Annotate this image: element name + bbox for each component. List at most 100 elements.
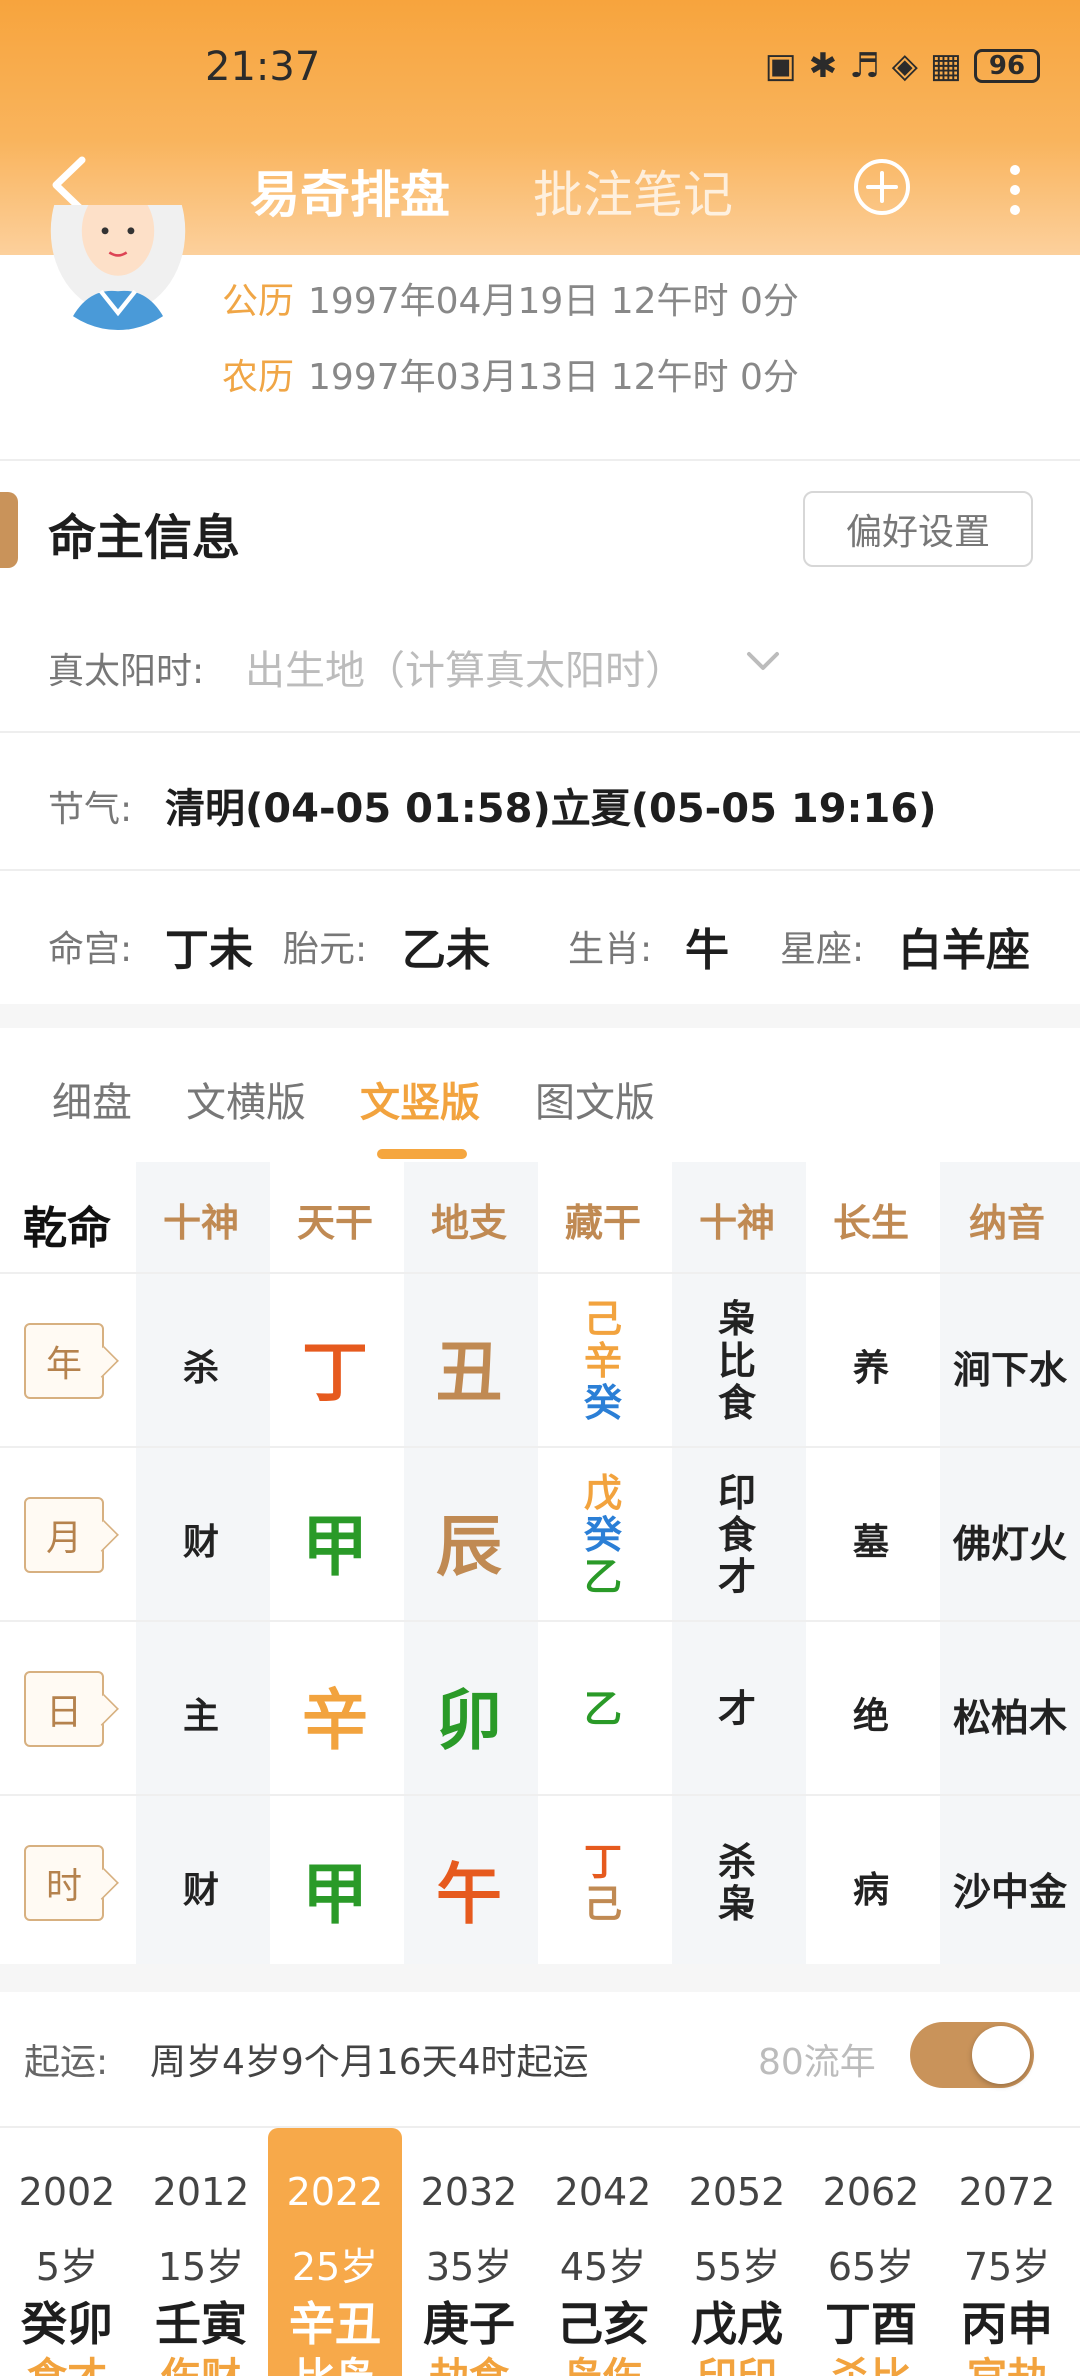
canggan-char: 己 xyxy=(583,1882,622,1926)
qiyun-value: 周岁4岁9个月16天4时起运 xyxy=(150,2042,589,2083)
jieqi-label: 节气: xyxy=(48,789,133,830)
changsheng-cell: 墓 xyxy=(852,1522,889,1563)
pillar-tag[interactable]: 时 xyxy=(24,1845,104,1921)
grid-row-divider xyxy=(0,1620,1080,1622)
dayun-shishen: 杀比 xyxy=(804,2356,938,2376)
add-icon[interactable] xyxy=(853,158,911,216)
pillar-tag[interactable]: 月 xyxy=(24,1497,104,1573)
dayun-shishen: 比枭 xyxy=(268,2356,402,2376)
dizhi-cell: 午 xyxy=(436,1856,502,1933)
grid-header-shishen2: 十神 xyxy=(698,1201,775,1245)
dayun-ganzhi: 己亥 xyxy=(557,2297,649,2351)
tab-notes[interactable]: 批注笔记 xyxy=(533,155,733,227)
more-icon[interactable] xyxy=(1000,160,1030,220)
preference-settings-button[interactable]: 偏好设置 xyxy=(803,491,1033,567)
liunian-toggle[interactable] xyxy=(910,2022,1034,2088)
dayun-year: 2042 xyxy=(554,2170,652,2214)
dayun-item[interactable]: 2052 55岁戊戌印印 xyxy=(670,2128,804,2376)
minggong-label: 命宫: xyxy=(48,929,133,970)
dayun-ganzhi: 辛丑 xyxy=(289,2297,381,2351)
tab-wenheng[interactable]: 文横版 xyxy=(186,1070,306,1128)
shishen2-char: 才 xyxy=(717,1555,756,1599)
tiangan-cell: 丁 xyxy=(302,1334,368,1411)
liunian-label: 80流年 xyxy=(758,2042,876,2083)
section-gap xyxy=(0,1004,1080,1028)
dayun-item[interactable]: 2032 35岁庚子劫食 xyxy=(402,2128,536,2376)
dayun-age: 5岁 xyxy=(35,2245,99,2289)
dayun-age: 45岁 xyxy=(559,2245,647,2289)
tab-tuwen[interactable]: 图文版 xyxy=(535,1070,655,1128)
dayun-ganzhi: 戊戌 xyxy=(691,2297,783,2351)
nayin-cell: 佛灯火 xyxy=(952,1522,1067,1566)
taiyuan-label: 胎元: xyxy=(283,929,368,970)
shishen2-char: 枭 xyxy=(717,1297,756,1341)
mute-icon: ♬ xyxy=(849,46,880,86)
lunar-label: 农历 xyxy=(222,357,295,398)
nayin-cell: 松柏木 xyxy=(952,1696,1067,1740)
dayun-shishen: 印印 xyxy=(670,2356,804,2376)
minggong-value: 丁未 xyxy=(165,925,253,976)
dayun-age: 65岁 xyxy=(827,2245,915,2289)
shishen2-char: 杀 xyxy=(717,1840,756,1884)
dayun-item[interactable]: 2022 25岁辛丑比枭 xyxy=(268,2128,402,2376)
tiangan-cell: 甲 xyxy=(302,1856,368,1933)
dayun-year: 2032 xyxy=(420,2170,518,2214)
dayun-shishen: 伤财 xyxy=(134,2356,268,2376)
dayun-item[interactable]: 2002 5岁癸卯食才 xyxy=(0,2128,134,2376)
grid-header-dizhi: 地支 xyxy=(430,1201,507,1245)
status-icons: ▣ ✱ ♬ ◈ ▦ 96 xyxy=(765,46,1040,86)
chevron-down-icon[interactable] xyxy=(745,648,781,674)
lunar-date-row: 农历 1997年03月13日 12午时 0分 xyxy=(222,348,799,400)
dayun-year: 2012 xyxy=(152,2170,250,2214)
shengxiao-label: 生肖: xyxy=(568,929,653,970)
shishen-cell: 杀 xyxy=(182,1348,219,1389)
taiyuan-value: 乙未 xyxy=(402,925,490,976)
dayun-age: 25岁 xyxy=(291,2245,379,2289)
battery-icon: 96 xyxy=(974,49,1040,83)
grid-header-qianming: 乾命 xyxy=(23,1203,111,1254)
shishen2-char: 食 xyxy=(717,1513,756,1557)
dayun-item[interactable]: 2012 15岁壬寅伤财 xyxy=(134,2128,268,2376)
nayin-cell: 涧下水 xyxy=(952,1348,1067,1392)
qiyun-label: 起运: xyxy=(24,2042,109,2083)
tab-paipan[interactable]: 易奇排盘 xyxy=(250,155,450,227)
bluetooth-icon: ✱ xyxy=(808,46,838,86)
divider xyxy=(0,869,1080,871)
nfc-icon: ▣ xyxy=(764,46,797,86)
dayun-shishen: 食才 xyxy=(0,2356,134,2376)
section-accent-bar xyxy=(0,492,18,568)
dayun-year: 2072 xyxy=(958,2170,1056,2214)
xingzuo-value: 白羊座 xyxy=(898,925,1030,976)
dayun-year: 2022 xyxy=(286,2170,384,2214)
dayun-ganzhi: 庚子 xyxy=(423,2297,515,2351)
shishen-cell: 主 xyxy=(182,1696,219,1737)
canggan-char: 己 xyxy=(583,1297,622,1341)
active-tab-indicator xyxy=(377,1149,467,1159)
dayun-ganzhi: 丙申 xyxy=(961,2297,1053,2351)
birthplace-select[interactable]: 出生地（计算真太阳时） xyxy=(245,638,685,696)
grid-header-nayin: 纳音 xyxy=(968,1201,1045,1245)
divider xyxy=(0,731,1080,733)
jieqi-value: 清明(04-05 01:58)立夏(05-05 19:16) xyxy=(165,786,937,832)
pillar-tag[interactable]: 日 xyxy=(24,1671,104,1747)
section-gap xyxy=(0,1964,1080,1992)
section-title: 命主信息 xyxy=(48,510,241,566)
changsheng-cell: 绝 xyxy=(852,1696,889,1737)
dayun-item[interactable]: 2042 45岁己亥枭伤 xyxy=(536,2128,670,2376)
changsheng-cell: 病 xyxy=(852,1870,889,1911)
wifi-icon: ◈ xyxy=(891,46,918,86)
grid-header-changsheng: 长生 xyxy=(832,1201,909,1245)
dayun-shishen: 劫食 xyxy=(402,2356,536,2376)
tab-wenshu[interactable]: 文竖版 xyxy=(360,1070,480,1128)
shishen-cell: 财 xyxy=(182,1522,219,1563)
dizhi-cell: 丑 xyxy=(436,1334,502,1411)
dayun-ganzhi: 丁酉 xyxy=(825,2297,917,2351)
changsheng-cell: 养 xyxy=(852,1348,889,1389)
tab-xipan[interactable]: 细盘 xyxy=(52,1070,132,1128)
dayun-item[interactable]: 2072 75岁丙申官劫 xyxy=(940,2128,1074,2376)
dayun-shishen: 枭伤 xyxy=(536,2356,670,2376)
canggan-char: 癸 xyxy=(583,1381,622,1425)
signal-icon: ▦ xyxy=(929,46,962,86)
pillar-tag[interactable]: 年 xyxy=(24,1323,104,1399)
dayun-item[interactable]: 2062 65岁丁酉杀比 xyxy=(804,2128,938,2376)
